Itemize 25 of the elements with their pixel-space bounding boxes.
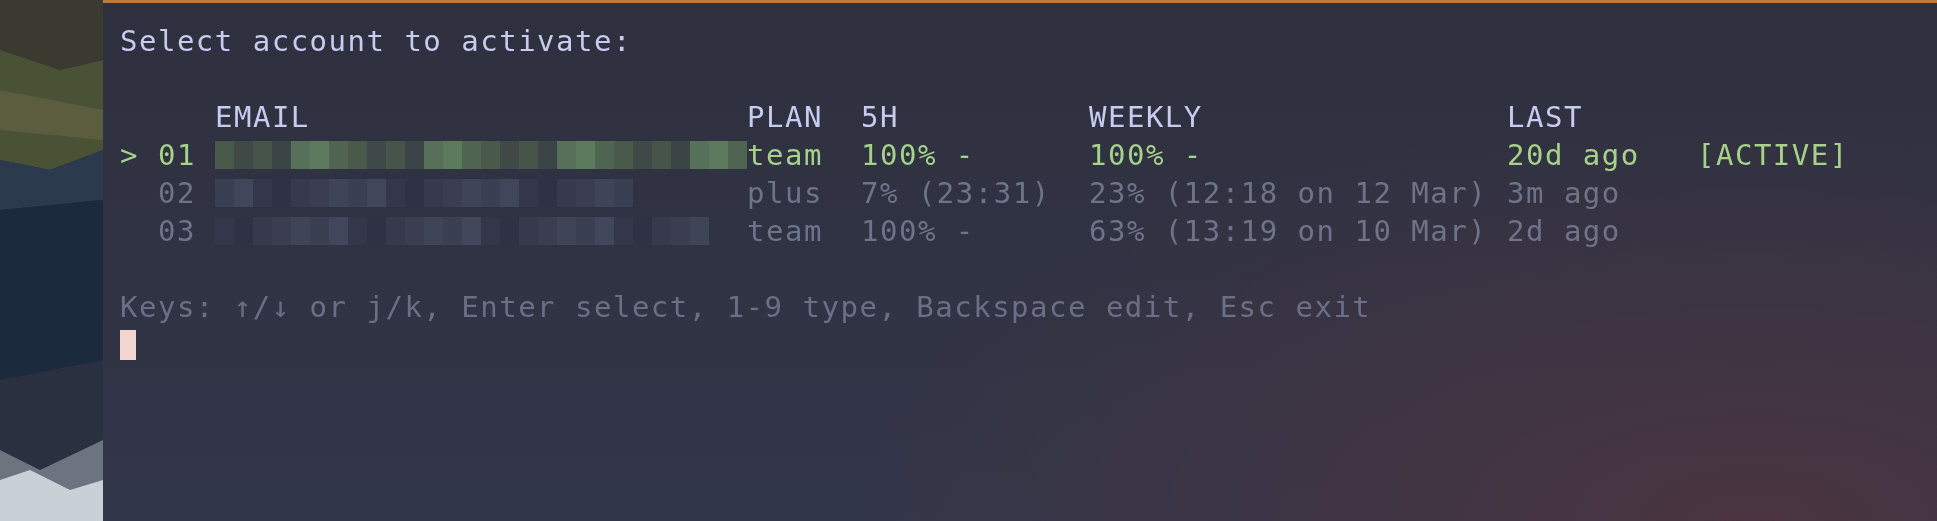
- selection-pointer: >: [120, 137, 140, 174]
- account-number[interactable]: 02: [158, 174, 215, 212]
- last-used: 20d ago: [1507, 137, 1641, 174]
- five-hour-usage: 100% -: [861, 213, 976, 250]
- plan-cell-text: team: [747, 137, 824, 174]
- column-header: 5H: [861, 99, 900, 136]
- column-header: LAST: [1507, 99, 1584, 136]
- last-used: 3m ago: [1507, 175, 1622, 212]
- column-header: PLAN: [747, 99, 824, 136]
- weekly-usage: 63% (13:19 on 10 Mar): [1089, 213, 1489, 250]
- five-hour-usage: 100% -: [861, 137, 976, 174]
- key-hint-text: Keys: ↑/↓ or j/k, Enter select, 1-9 type, Backspace edit, Esc exit: [120, 289, 1372, 326]
- weekly-usage: 23% (12:18 on 12 Mar): [1089, 175, 1489, 212]
- plan-cell-text: plus: [747, 175, 824, 212]
- column-header: WEEKLY: [1089, 99, 1204, 136]
- five-hour-usage: 7% (23:31): [861, 175, 1052, 212]
- plan-cell-text: team: [747, 213, 824, 250]
- active-status-label: [ACTIVE]: [1697, 137, 1850, 174]
- last-used: 2d ago: [1507, 213, 1622, 250]
- text-cursor: [120, 330, 136, 360]
- account-number[interactable]: 03: [158, 212, 215, 250]
- column-header: EMAIL: [215, 99, 311, 136]
- account-number[interactable]: 01: [158, 136, 215, 174]
- weekly-usage: 100% -: [1089, 137, 1204, 174]
- prompt-text: Select account to activate:: [120, 23, 632, 60]
